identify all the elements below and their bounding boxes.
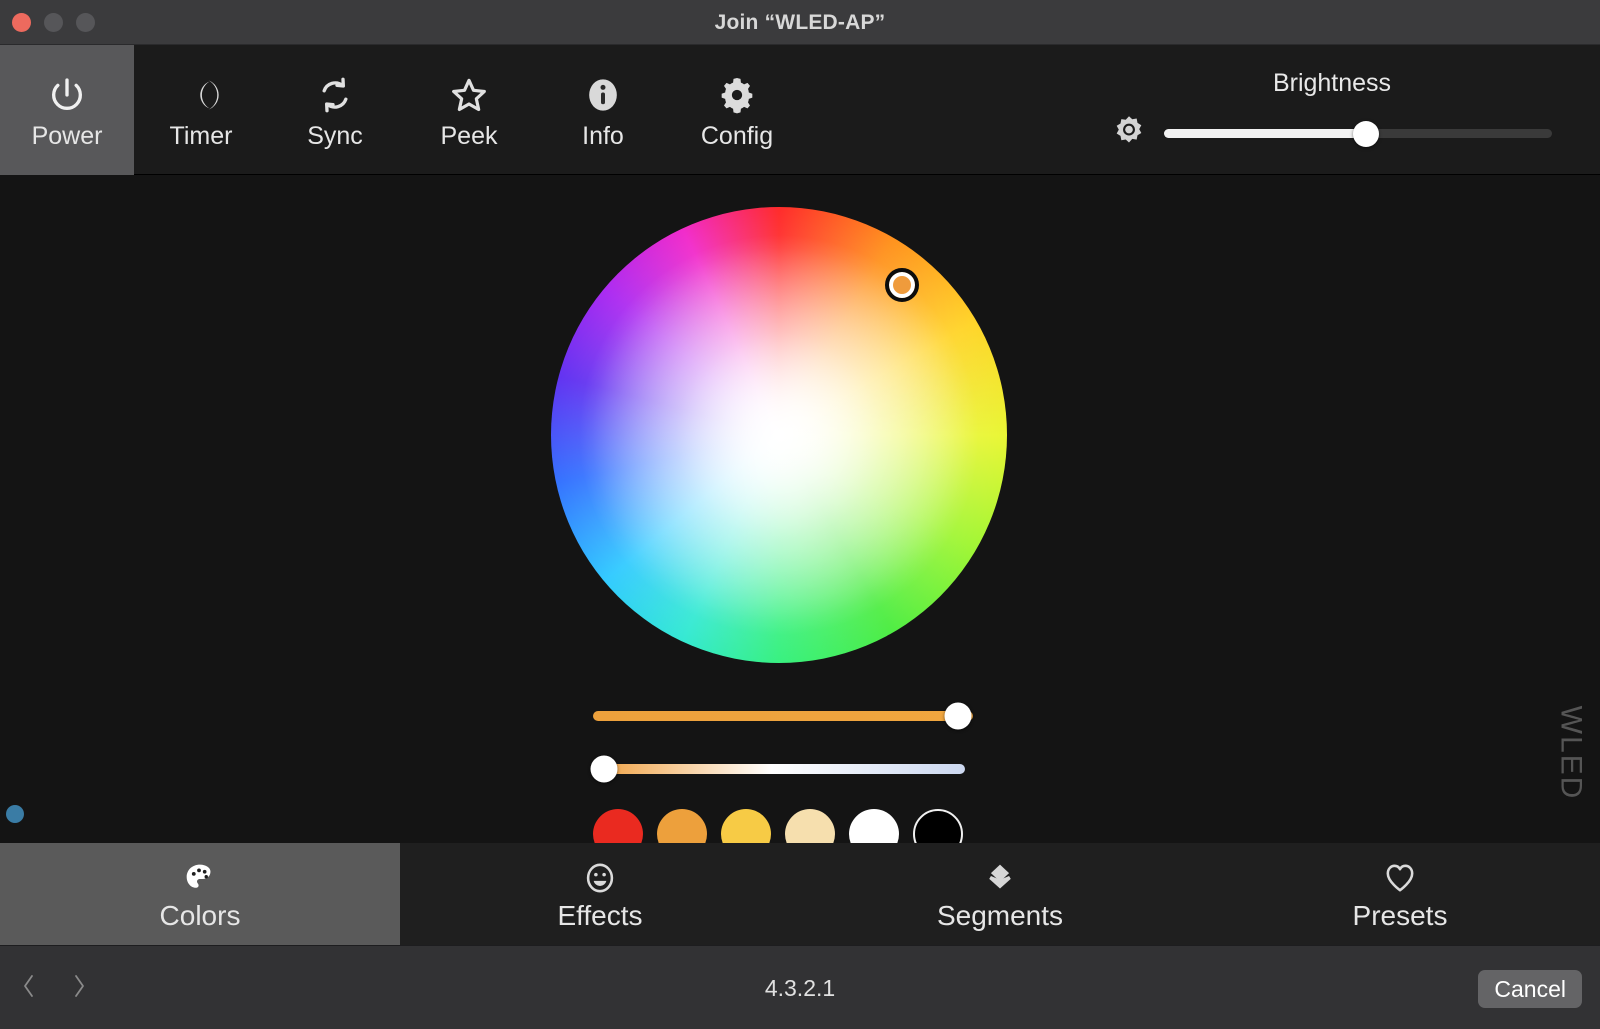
tab-segments-label: Segments	[936, 900, 1064, 931]
tab-segments[interactable]: Segments	[800, 843, 1200, 945]
tab-presets[interactable]: Presets	[1200, 843, 1600, 945]
heart-icon	[1383, 858, 1417, 898]
color-swatch-list	[593, 809, 963, 843]
color-wheel-gradient	[551, 207, 1007, 663]
swatch-peach[interactable]	[785, 809, 835, 843]
brightness-slider-row	[1112, 114, 1552, 153]
brightness-slider-track[interactable]	[1164, 120, 1552, 147]
tab-colors-label: Colors	[159, 900, 241, 931]
toolbar-item-peek[interactable]: Peek	[402, 45, 536, 175]
toolbar-item-power-label: Power	[31, 121, 103, 150]
toolbar-item-timer-label: Timer	[169, 121, 233, 150]
window-titlebar: Join “WLED-AP”	[0, 0, 1600, 45]
brightness-value-slider-track[interactable]	[593, 702, 973, 730]
swatch-white[interactable]	[849, 809, 899, 843]
gear-icon	[717, 72, 757, 118]
wled-watermark: WLED	[1554, 705, 1588, 801]
brightness-value-slider[interactable]	[593, 701, 973, 731]
swatch-black[interactable]	[913, 809, 963, 843]
swatch-gold[interactable]	[721, 809, 771, 843]
color-temperature-slider-track[interactable]	[590, 755, 965, 783]
color-temperature-slider-thumb[interactable]	[590, 755, 618, 783]
toolbar-item-config[interactable]: Config	[670, 45, 804, 175]
bottom-status-bar: 4.3.2.1 Cancel	[0, 945, 1600, 1029]
power-icon	[47, 72, 87, 118]
color-temperature-slider[interactable]	[590, 754, 965, 784]
moon-icon	[181, 72, 221, 118]
tab-presets-label: Presets	[1352, 900, 1448, 931]
tab-effects[interactable]: Effects	[400, 843, 800, 945]
toolbar-items: Power Timer Sync Peek Info Config	[0, 45, 804, 175]
toolbar-item-config-label: Config	[700, 121, 774, 150]
color-wheel-selector[interactable]	[885, 267, 920, 302]
palette-icon	[183, 858, 217, 898]
toolbar-item-peek-label: Peek	[440, 121, 498, 150]
window-title: Join “WLED-AP”	[714, 11, 886, 34]
layers-icon	[983, 858, 1017, 898]
brightness-value-slider-thumb[interactable]	[944, 702, 972, 730]
toolbar-item-info-label: Info	[582, 121, 624, 150]
tab-colors[interactable]: Colors	[0, 843, 400, 945]
toolbar-item-power[interactable]: Power	[0, 45, 134, 175]
star-icon	[449, 72, 489, 118]
tab-effects-label: Effects	[557, 900, 643, 931]
color-wheel[interactable]	[551, 207, 1007, 663]
toolbar-item-info[interactable]: Info	[536, 45, 670, 175]
info-icon	[583, 72, 623, 118]
swatch-orange[interactable]	[657, 809, 707, 843]
top-toolbar: Power Timer Sync Peek Info Config Bright…	[0, 45, 1600, 175]
connection-indicator	[6, 805, 24, 823]
sync-icon	[315, 72, 355, 118]
swatch-red[interactable]	[593, 809, 643, 843]
bottom-tab-bar: Colors Effects Segments Presets	[0, 843, 1600, 945]
version-label: 4.3.2.1	[764, 975, 836, 1001]
cancel-button[interactable]: Cancel	[1478, 970, 1582, 1008]
toolbar-item-timer[interactable]: Timer	[134, 45, 268, 175]
brightness-icon	[1112, 114, 1146, 153]
wled-app-window: Join “WLED-AP” Power Timer Sync Peek Inf…	[0, 0, 1600, 1029]
brightness-control: Brightness	[1112, 57, 1552, 167]
colors-panel: WLED	[0, 176, 1600, 843]
smiley-icon	[583, 858, 617, 898]
brightness-slider-thumb[interactable]	[1352, 120, 1379, 147]
brightness-slider-fill	[1164, 129, 1366, 138]
toolbar-item-sync-label: Sync	[307, 121, 363, 150]
toolbar-item-sync[interactable]: Sync	[268, 45, 402, 175]
brightness-label: Brightness	[1272, 69, 1392, 97]
